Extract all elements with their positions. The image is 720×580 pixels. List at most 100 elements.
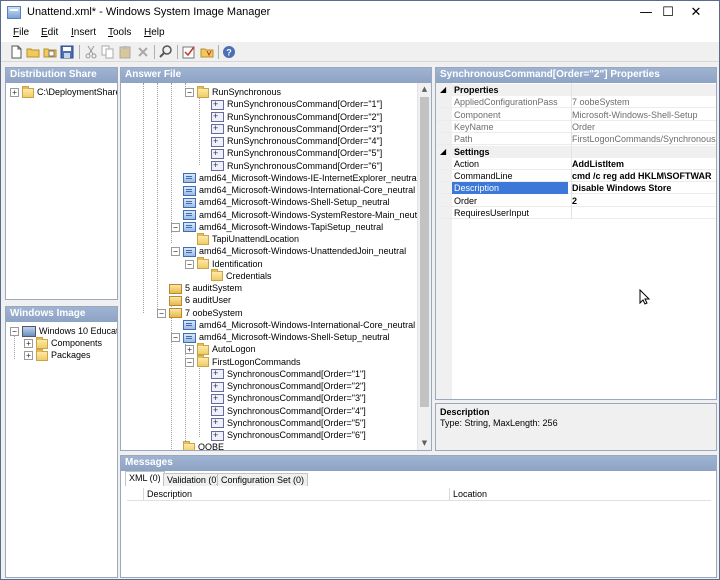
tree-node[interactable]: + AutoLogon: [185, 342, 256, 355]
tree-node[interactable]: + C:\DeploymentShare: [10, 85, 117, 98]
tree-node[interactable]: SynchronousCommand[Order="6"]: [211, 429, 366, 441]
save-icon[interactable]: [60, 45, 74, 59]
tree-node-label: amd64_Microsoft-Windows-IE-InternetExplo…: [199, 172, 419, 183]
tree-node[interactable]: + Components: [24, 336, 102, 349]
find-icon[interactable]: [159, 45, 173, 59]
scroll-up-arrow-icon[interactable]: ▲: [418, 83, 431, 96]
create-config-set-icon[interactable]: [200, 45, 214, 59]
tree-node-label: amd64_Microsoft-Windows-International-Co…: [199, 319, 416, 330]
tree-node-label: amd64_Microsoft-Windows-Shell-Setup_neut…: [199, 197, 390, 208]
property-value[interactable]: Disable Windows Store: [572, 182, 716, 194]
tree-node[interactable]: SynchronousCommand[Order="3"]: [211, 392, 366, 404]
collapse-icon[interactable]: −: [185, 259, 194, 269]
property-column-divider[interactable]: [571, 83, 572, 220]
menu-help[interactable]: Help: [144, 27, 165, 38]
tab-xml[interactable]: XML (0): [125, 471, 165, 486]
property-row[interactable]: Action AddListItem: [436, 158, 716, 170]
tree-node[interactable]: − FirstLogonCommands: [185, 355, 301, 368]
tree-node-label: amd64_Microsoft-Windows-TapiSetup_neutra…: [199, 221, 384, 232]
tab-configuration-set[interactable]: Configuration Set (0): [217, 473, 309, 486]
open-answer-icon[interactable]: [43, 45, 57, 59]
tree-node[interactable]: RunSynchronousCommand[Order="4"]: [211, 135, 382, 147]
property-category[interactable]: ◢ Settings: [436, 145, 716, 158]
collapse-icon[interactable]: ◢: [440, 146, 446, 158]
tree-node[interactable]: 5 auditSystem: [169, 282, 242, 294]
column-header-location[interactable]: Location: [453, 489, 487, 499]
collapse-icon[interactable]: −: [171, 333, 180, 343]
tree-node[interactable]: SynchronousCommand[Order="5"]: [211, 416, 366, 429]
tree-node[interactable]: RunSynchronousCommand[Order="3"]: [211, 122, 382, 135]
tree-node[interactable]: − amd64_Microsoft-Windows-Shell-Setup_neu…: [171, 331, 390, 343]
collapse-icon[interactable]: −: [185, 88, 194, 98]
expand-icon[interactable]: +: [24, 351, 33, 361]
tree-node[interactable]: OOBE: [183, 440, 224, 450]
tree-node[interactable]: RunSynchronousCommand[Order="2"]: [211, 110, 382, 123]
property-row[interactable]: KeyName Order: [436, 121, 716, 133]
component-icon: [183, 332, 196, 343]
tree-node[interactable]: − Identification: [185, 257, 263, 270]
property-row[interactable]: Order 2: [436, 195, 716, 207]
tree-node[interactable]: − Windows 10 Educatio: [10, 325, 117, 338]
new-file-icon[interactable]: [9, 45, 23, 59]
tab-validation[interactable]: Validation (0): [163, 473, 224, 486]
property-category[interactable]: ◢ Properties: [436, 84, 716, 96]
tree-node[interactable]: − amd64_Microsoft-Windows-UnattendedJoin_…: [171, 245, 406, 257]
tree-node[interactable]: SynchronousCommand[Order="4"]: [211, 404, 366, 417]
collapse-icon[interactable]: −: [171, 247, 180, 257]
tree-node[interactable]: 6 auditUser: [169, 294, 231, 306]
open-folder-icon[interactable]: [26, 45, 40, 59]
tree-node[interactable]: − amd64_Microsoft-Windows-TapiSetup_neutr…: [171, 221, 383, 233]
collapse-icon[interactable]: −: [171, 222, 180, 232]
collapse-icon[interactable]: ◢: [440, 84, 446, 96]
scroll-down-arrow-icon[interactable]: ▼: [418, 437, 431, 450]
answer-file-scrollbar[interactable]: ▲ ▼: [417, 83, 431, 450]
menu-insert[interactable]: Insert: [71, 27, 96, 38]
validate-icon[interactable]: [182, 45, 196, 59]
property-value[interactable]: [572, 207, 716, 219]
menu-edit[interactable]: Edit: [41, 27, 58, 38]
expand-icon[interactable]: +: [24, 339, 33, 349]
mouse-cursor-icon: [639, 289, 650, 305]
property-row[interactable]: Component Microsoft-Windows-Shell-Setup: [436, 109, 716, 121]
tree-node[interactable]: Credentials: [211, 269, 272, 282]
tree-node[interactable]: amd64_Microsoft-Windows-IE-InternetExplo…: [183, 172, 419, 184]
tree-node[interactable]: amd64_Microsoft-Windows-International-Co…: [183, 319, 415, 331]
property-row[interactable]: RequiresUserInput: [436, 207, 716, 219]
cut-icon[interactable]: [84, 45, 98, 59]
expand-icon[interactable]: +: [10, 88, 19, 98]
property-row[interactable]: Description Disable Windows Store: [436, 182, 716, 195]
close-button[interactable]: ✕: [675, 1, 717, 25]
scrollbar-thumb[interactable]: [420, 97, 429, 407]
paste-icon[interactable]: [118, 45, 132, 59]
tree-node[interactable]: RunSynchronousCommand[Order="6"]: [211, 159, 382, 172]
menu-file[interactable]: File: [13, 27, 29, 38]
property-value: 7 oobeSystem: [572, 97, 630, 108]
expand-icon[interactable]: +: [185, 345, 194, 355]
property-row[interactable]: AppliedConfigurationPass 7 oobeSystem: [436, 96, 716, 109]
property-row[interactable]: Path FirstLogonCommands/SynchronousComm: [436, 133, 716, 146]
tree-node[interactable]: RunSynchronousCommand[Order="1"]: [211, 98, 382, 110]
app-icon: [7, 6, 21, 19]
copy-icon[interactable]: [101, 45, 115, 59]
property-value[interactable]: cmd /c reg add HKLM\SOFTWAR: [572, 170, 716, 182]
property-value: Microsoft-Windows-Shell-Setup: [572, 109, 698, 120]
delete-icon[interactable]: [136, 45, 150, 59]
column-header-description[interactable]: Description: [147, 489, 192, 499]
tree-node[interactable]: + Packages: [24, 348, 91, 361]
tree-node[interactable]: amd64_Microsoft-Windows-International-Co…: [183, 184, 415, 196]
tree-node[interactable]: amd64_Microsoft-Windows-Shell-Setup_neut…: [183, 196, 390, 208]
property-value[interactable]: AddListItem: [572, 158, 716, 170]
help-icon[interactable]: ?: [222, 45, 236, 59]
tree-node[interactable]: SynchronousCommand[Order="2"]: [211, 380, 366, 392]
tree-node[interactable]: amd64_Microsoft-Windows-SystemRestore-Ma…: [183, 209, 427, 221]
property-row[interactable]: CommandLine cmd /c reg add HKLM\SOFTWAR: [436, 170, 716, 183]
tree-node[interactable]: − RunSynchronous: [185, 85, 281, 98]
tree-node[interactable]: SynchronousCommand[Order="1"]: [211, 367, 366, 380]
menu-tools[interactable]: Tools: [108, 27, 131, 38]
tree-node[interactable]: − 7 oobeSystem: [157, 307, 243, 319]
tree-node[interactable]: TapiUnattendLocation: [197, 232, 299, 245]
collapse-icon[interactable]: −: [185, 357, 194, 367]
tree-node[interactable]: RunSynchronousCommand[Order="5"]: [211, 147, 382, 159]
collapse-icon[interactable]: −: [157, 308, 166, 318]
property-value[interactable]: 2: [572, 195, 716, 207]
